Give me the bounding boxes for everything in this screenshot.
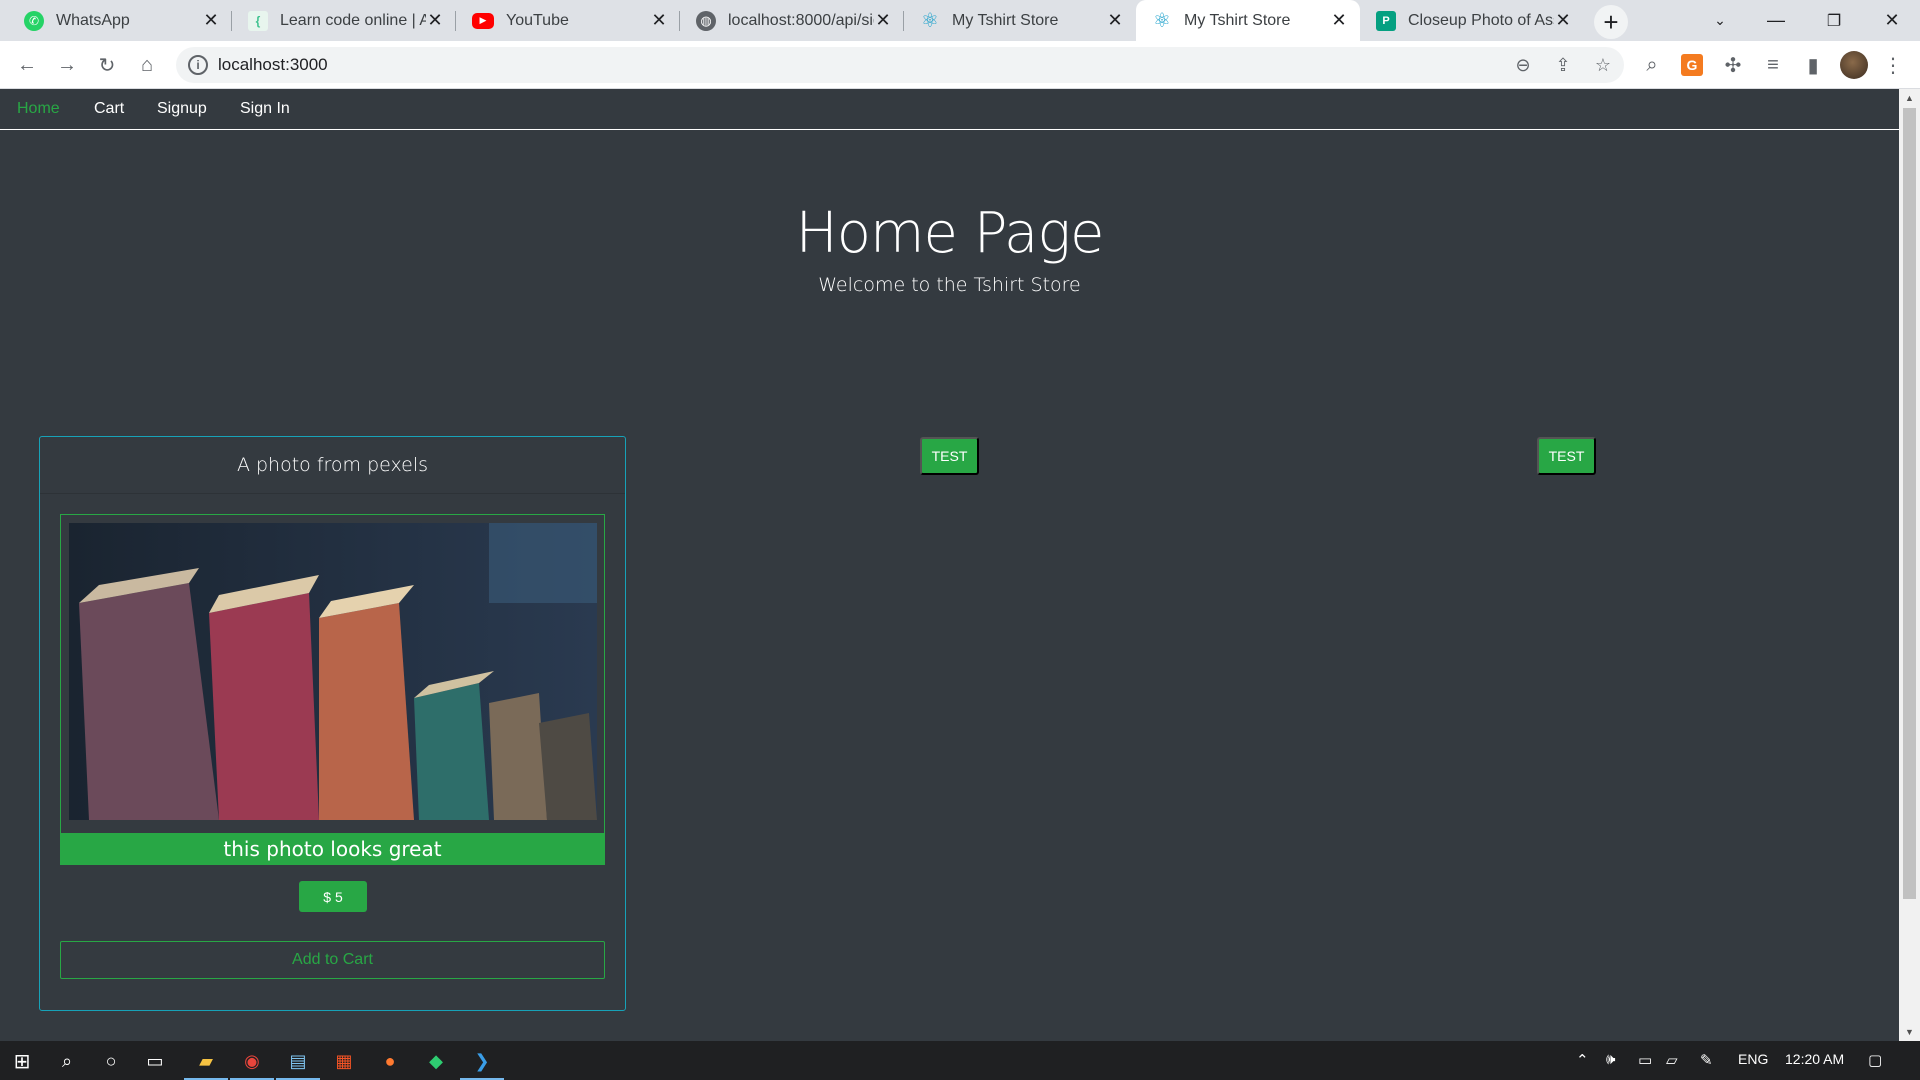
- tab-tshirt-store-active[interactable]: ⚛ My Tshirt Store ✕: [1136, 0, 1360, 41]
- microsoft-store-icon[interactable]: ▦: [330, 1047, 358, 1075]
- notification-center-icon[interactable]: ▢: [1868, 1051, 1882, 1069]
- url-text[interactable]: localhost:3000: [218, 55, 328, 75]
- new-tab-button[interactable]: +: [1594, 5, 1628, 39]
- scrollbar-thumb[interactable]: [1903, 108, 1916, 899]
- pen-icon[interactable]: ✎: [1700, 1051, 1713, 1069]
- tab-localhost-api[interactable]: ◍ localhost:8000/api/sig ✕: [680, 0, 904, 41]
- close-window-button[interactable]: ✕: [1864, 0, 1920, 41]
- nav-link-cart[interactable]: Cart: [94, 100, 124, 118]
- task-view-icon[interactable]: ▭: [141, 1047, 169, 1075]
- vscode-icon[interactable]: ❯: [460, 1047, 504, 1080]
- tab-learn-code[interactable]: { Learn code online | A ✕: [232, 0, 456, 41]
- close-icon[interactable]: ✕: [1330, 10, 1348, 31]
- bookmark-star-icon[interactable]: ☆: [1592, 54, 1614, 76]
- site-info-icon[interactable]: i: [188, 55, 208, 75]
- system-clock[interactable]: 12:20 AM: [1785, 1051, 1844, 1067]
- site-navbar: Home Cart Signup Sign In: [0, 89, 1899, 130]
- profile-avatar[interactable]: [1840, 51, 1868, 79]
- back-arrow-icon[interactable]: ←: [12, 50, 42, 80]
- tab-search-icon[interactable]: ⌄: [1692, 0, 1748, 41]
- zoom-icon[interactable]: ⊖: [1512, 54, 1534, 76]
- browser-toolbar: ← → ↻ ⌂ i localhost:3000 ⊖ ⇪ ☆ ⌕ G ✣ ≡ ▮…: [0, 41, 1920, 89]
- product-card: A photo from pexels this photo looks gre…: [39, 436, 626, 1011]
- close-icon[interactable]: ✕: [1106, 10, 1124, 31]
- tab-whatsapp[interactable]: ✆ WhatsApp ✕: [8, 0, 232, 41]
- address-bar[interactable]: i localhost:3000 ⊖ ⇪ ☆: [176, 47, 1624, 83]
- test-button-2[interactable]: TEST: [1537, 437, 1596, 475]
- browser-tab-strip: ✆ WhatsApp ✕ { Learn code online | A ✕ ▶…: [0, 0, 1920, 41]
- react-icon: ⚛: [921, 10, 939, 32]
- mongodb-compass-icon[interactable]: ◆: [422, 1047, 450, 1075]
- product-card-header: A photo from pexels: [40, 437, 625, 494]
- volume-icon[interactable]: 🕪: [1606, 1051, 1615, 1068]
- file-explorer-icon[interactable]: ▰: [184, 1047, 228, 1080]
- tab-tshirt-store-1[interactable]: ⚛ My Tshirt Store ✕: [904, 0, 1136, 41]
- tab-title: WhatsApp: [56, 11, 130, 29]
- notepad-icon[interactable]: ▤: [276, 1047, 320, 1080]
- test-button-1[interactable]: TEST: [920, 437, 979, 475]
- reload-icon[interactable]: ↻: [92, 50, 122, 80]
- close-icon[interactable]: ✕: [874, 10, 892, 31]
- whatsapp-icon: ✆: [24, 10, 44, 31]
- tab-title: YouTube: [506, 11, 569, 29]
- close-icon[interactable]: ✕: [426, 10, 444, 31]
- cortana-icon[interactable]: ○: [97, 1047, 125, 1075]
- product-photo-books: [69, 523, 597, 820]
- tab-title: localhost:8000/api/sig: [728, 11, 874, 29]
- youtube-icon: ▶: [472, 12, 494, 29]
- share-icon[interactable]: ⇪: [1552, 54, 1574, 76]
- scroll-up-arrow-icon[interactable]: ▲: [1905, 93, 1914, 103]
- network-icon[interactable]: ▱: [1666, 1051, 1678, 1069]
- close-icon[interactable]: ✕: [1554, 10, 1572, 31]
- nav-link-home[interactable]: Home: [17, 100, 60, 118]
- minimize-button[interactable]: —: [1748, 0, 1804, 41]
- page-title: Home Page: [795, 201, 1105, 266]
- product-image-frame: [60, 514, 605, 844]
- battery-icon[interactable]: ▭: [1638, 1051, 1652, 1069]
- react-icon: ⚛: [1153, 10, 1171, 32]
- page-scrollbar[interactable]: ▲ ▼: [1899, 89, 1920, 1041]
- nav-link-signin[interactable]: Sign In: [240, 100, 290, 118]
- postman-icon[interactable]: ●: [376, 1047, 404, 1075]
- tab-title: Closeup Photo of Ass: [1408, 11, 1554, 29]
- taskbar-search-icon[interactable]: ⌕: [53, 1047, 81, 1075]
- search-icon[interactable]: ⌕: [1637, 50, 1667, 80]
- restore-button[interactable]: ❐: [1806, 0, 1862, 41]
- product-caption: this photo looks great: [60, 833, 605, 865]
- globe-icon: ◍: [696, 10, 716, 31]
- learncode-icon: {: [248, 10, 268, 31]
- page-viewport: Home Cart Signup Sign In Home Page Welco…: [0, 89, 1920, 1041]
- media-queue-icon[interactable]: ≡: [1758, 50, 1788, 80]
- windows-start-icon[interactable]: ⊞: [8, 1047, 36, 1075]
- product-price-badge: $ 5: [299, 881, 367, 912]
- tab-youtube[interactable]: ▶ YouTube ✕: [456, 0, 680, 41]
- nav-link-signup[interactable]: Signup: [157, 100, 207, 118]
- scroll-down-arrow-icon[interactable]: ▼: [1905, 1027, 1914, 1037]
- tab-title: Learn code online | A: [280, 11, 426, 29]
- close-icon[interactable]: ✕: [650, 10, 668, 31]
- page-subtitle: Welcome to the Tshirt Store: [818, 274, 1081, 296]
- tab-pexels[interactable]: P Closeup Photo of Ass ✕: [1360, 0, 1584, 41]
- puzzle-extensions-icon[interactable]: ✣: [1718, 50, 1748, 80]
- close-icon[interactable]: ✕: [202, 10, 220, 31]
- tab-title: My Tshirt Store: [1184, 11, 1291, 29]
- tab-title: My Tshirt Store: [952, 11, 1059, 29]
- chrome-icon[interactable]: ◉: [230, 1047, 274, 1080]
- menu-kebab-icon[interactable]: ⋮: [1878, 50, 1908, 80]
- tray-chevron-icon[interactable]: ⌃: [1576, 1051, 1589, 1069]
- extension-icon[interactable]: G: [1681, 54, 1703, 76]
- forward-arrow-icon[interactable]: →: [52, 50, 82, 80]
- language-indicator[interactable]: ENG: [1738, 1051, 1768, 1067]
- pexels-icon: P: [1376, 10, 1396, 31]
- add-to-cart-button[interactable]: Add to Cart: [60, 941, 605, 979]
- side-panel-icon[interactable]: ▮: [1798, 50, 1828, 80]
- home-icon[interactable]: ⌂: [132, 50, 162, 80]
- windows-taskbar: ⊞ ⌕ ○ ▭ ▰ ◉ ▤ ▦ ● ◆ ❯ ⌃ 🕪 ▭ ▱ ✎ ENG 12:2…: [0, 1041, 1920, 1080]
